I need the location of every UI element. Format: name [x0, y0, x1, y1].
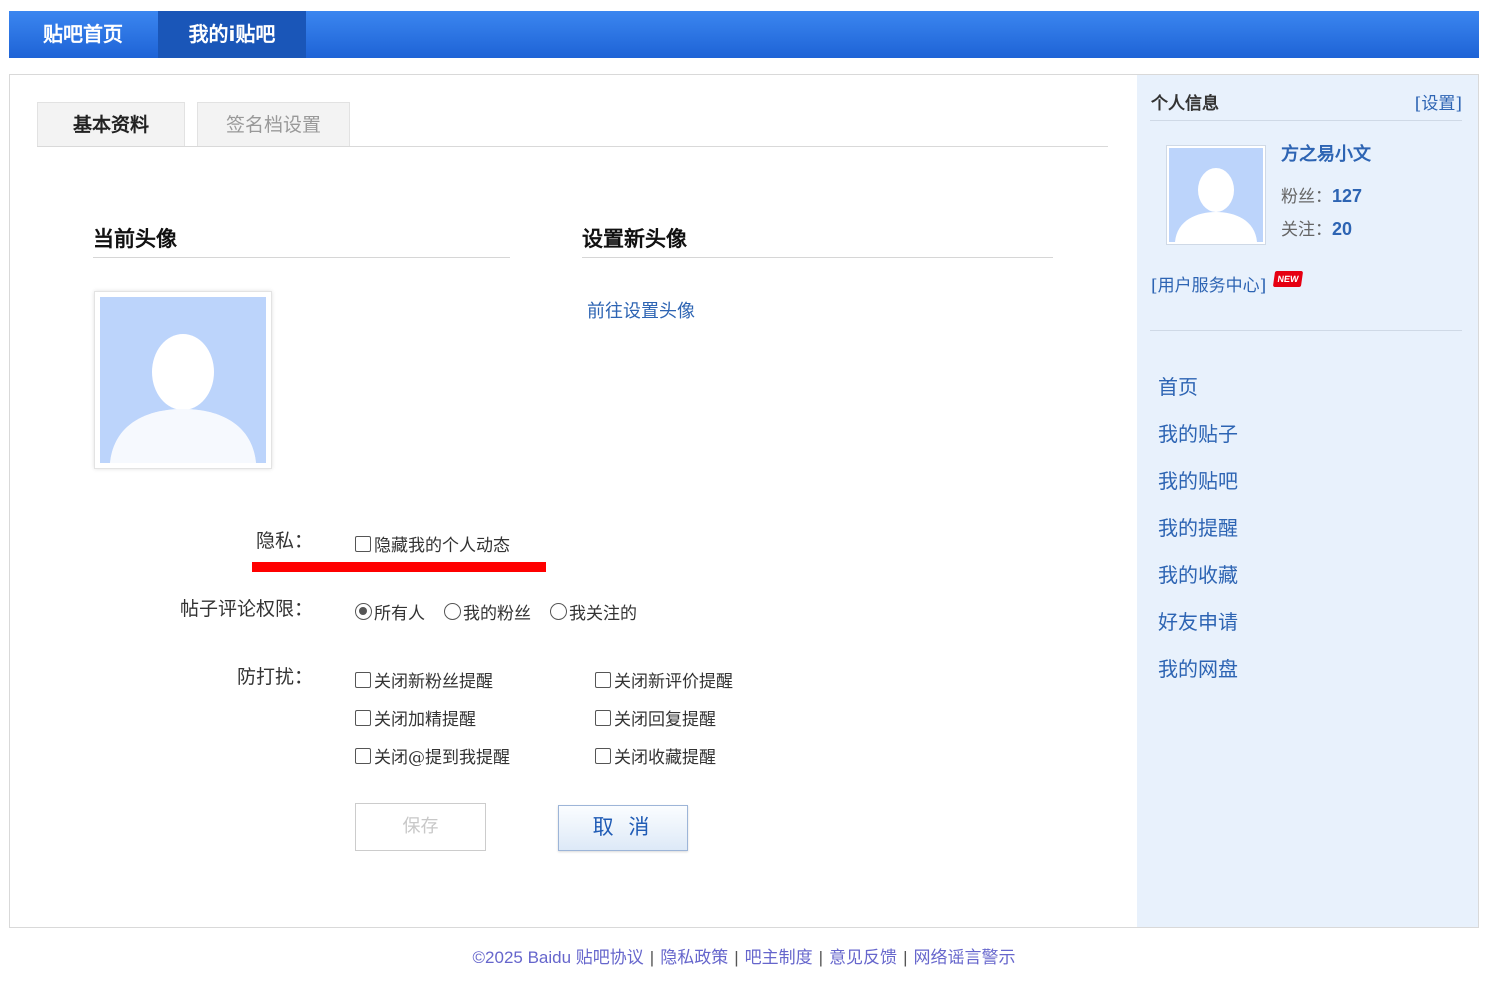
comment-permission-label: 帖子评论权限： [179, 598, 313, 620]
page-footer: ©2025 Baidu 贴吧协议 | 隐私政策 | 吧主制度 | 意见反馈 | 网络谣言警示 [0, 943, 1488, 968]
dnd-reply-text: 关闭回复提醒 [614, 710, 716, 730]
fans-label: 粉丝： [1281, 187, 1332, 207]
tab-signature-settings[interactable]: 签名档设置 [197, 102, 350, 147]
follow-count[interactable]: 20 [1332, 219, 1352, 239]
goto-set-avatar-link[interactable]: 前往设置头像 [587, 297, 695, 323]
footer-separator: | [903, 948, 908, 967]
new-avatar-divider [582, 257, 1053, 258]
privacy-label: 隐私： [255, 530, 313, 552]
dnd-featured-text: 关闭加精提醒 [374, 710, 476, 730]
radio-all[interactable] [355, 603, 372, 620]
save-button[interactable]: 保存 [355, 803, 486, 851]
new-badge: NEW [1272, 271, 1304, 287]
tabs-divider [37, 146, 1108, 147]
dnd-featured-checkbox[interactable] [355, 709, 371, 726]
dnd-mention-checkbox[interactable] [355, 747, 371, 764]
sidebar-avatar[interactable] [1166, 145, 1266, 245]
footer-link-moderator-rules[interactable]: 吧主制度 [745, 948, 813, 967]
footer-link-feedback[interactable]: 意见反馈 [829, 948, 897, 967]
hide-activity-text: 隐藏我的个人动态 [374, 536, 510, 556]
sidebar-item-my-tieba[interactable]: 我的贴吧 [1158, 465, 1238, 494]
dnd-new-fans-text: 关闭新粉丝提醒 [374, 672, 493, 692]
sidebar-item-home[interactable]: 首页 [1158, 371, 1198, 400]
footer-separator: | [818, 948, 824, 967]
default-avatar-icon [110, 334, 256, 463]
sidebar-fans: 粉丝：127 [1281, 182, 1362, 207]
nav-tab-tieba-home[interactable]: 贴吧首页 [9, 11, 157, 58]
comment-permission-option-fans[interactable]: 我的粉丝 [444, 599, 531, 624]
dnd-new-fans-option[interactable]: 关闭新粉丝提醒 [355, 667, 493, 692]
dnd-reply-checkbox[interactable] [595, 709, 611, 726]
sidebar-divider-middle [1150, 330, 1462, 331]
sidebar-settings-link[interactable]: [设置] [1415, 89, 1462, 114]
footer-link-agreement[interactable]: 贴吧协议 [576, 948, 644, 967]
radio-following-label: 我关注的 [569, 604, 637, 624]
hide-activity-option[interactable]: 隐藏我的个人动态 [355, 531, 510, 556]
dnd-featured-option[interactable]: 关闭加精提醒 [355, 705, 476, 730]
sidebar-username[interactable]: 方之易小文 [1281, 140, 1371, 166]
nav-tab-my-itieba[interactable]: 我的i贴吧 [158, 11, 306, 58]
default-avatar-icon [1175, 168, 1257, 242]
dnd-favorite-checkbox[interactable] [595, 747, 611, 764]
fans-count[interactable]: 127 [1332, 186, 1362, 206]
sidebar-personal-info: 个人信息 [设置] 方之易小文 粉丝：127 关注：20 [用户服务中心] NE… [1137, 75, 1478, 927]
main-panel: 基本资料 签名档设置 当前头像 设置新头像 前往设置头像 隐私： 隐藏我的个人动… [9, 74, 1479, 928]
sidebar-follow: 关注：20 [1281, 215, 1352, 240]
dnd-new-fans-checkbox[interactable] [355, 671, 371, 688]
footer-separator: | [734, 948, 739, 967]
current-avatar-frame [94, 291, 272, 469]
footer-separator: | [649, 948, 655, 967]
sidebar-item-my-reminders[interactable]: 我的提醒 [1158, 512, 1238, 541]
red-underline-annotation [252, 562, 546, 572]
current-avatar-divider [93, 257, 510, 258]
tab-basic-info[interactable]: 基本资料 [37, 102, 185, 147]
radio-following[interactable] [550, 603, 567, 620]
radio-fans[interactable] [444, 603, 461, 620]
comment-permission-option-all[interactable]: 所有人 [355, 599, 425, 624]
avatar [100, 297, 266, 463]
dnd-favorite-option[interactable]: 关闭收藏提醒 [595, 743, 716, 768]
dnd-mention-text: 关闭@提到我提醒 [374, 748, 510, 768]
radio-all-label: 所有人 [374, 604, 425, 624]
user-service-center-link[interactable]: [用户服务中心] [1151, 271, 1266, 296]
radio-fans-label: 我的粉丝 [463, 604, 531, 624]
dnd-new-review-checkbox[interactable] [595, 671, 611, 688]
follow-label: 关注： [1281, 220, 1332, 240]
current-avatar-title: 当前头像 [93, 227, 177, 251]
dnd-new-review-option[interactable]: 关闭新评价提醒 [595, 667, 733, 692]
new-avatar-title: 设置新头像 [582, 227, 687, 251]
top-nav-bar: 贴吧首页 我的i贴吧 [9, 11, 1479, 58]
dnd-mention-option[interactable]: 关闭@提到我提醒 [355, 743, 510, 768]
hide-activity-checkbox[interactable] [355, 535, 371, 552]
sidebar-divider-top [1150, 120, 1462, 121]
footer-link-privacy[interactable]: 隐私政策 [660, 948, 728, 967]
dnd-favorite-text: 关闭收藏提醒 [614, 748, 716, 768]
dnd-new-review-text: 关闭新评价提醒 [614, 672, 733, 692]
sidebar-item-friend-requests[interactable]: 好友申请 [1158, 606, 1238, 635]
sidebar-item-my-posts[interactable]: 我的贴子 [1158, 418, 1238, 447]
footer-copyright: ©2025 Baidu [472, 948, 572, 967]
sidebar-title: 个人信息 [1151, 94, 1219, 114]
cancel-button[interactable]: 取 消 [558, 805, 688, 851]
footer-link-rumor-warning[interactable]: 网络谣言警示 [913, 948, 1015, 967]
comment-permission-option-following[interactable]: 我关注的 [550, 599, 637, 624]
do-not-disturb-label: 防打扰： [236, 666, 313, 688]
sidebar-item-my-favorites[interactable]: 我的收藏 [1158, 559, 1238, 588]
dnd-reply-option[interactable]: 关闭回复提醒 [595, 705, 716, 730]
sidebar-item-my-netdisk[interactable]: 我的网盘 [1158, 653, 1238, 682]
